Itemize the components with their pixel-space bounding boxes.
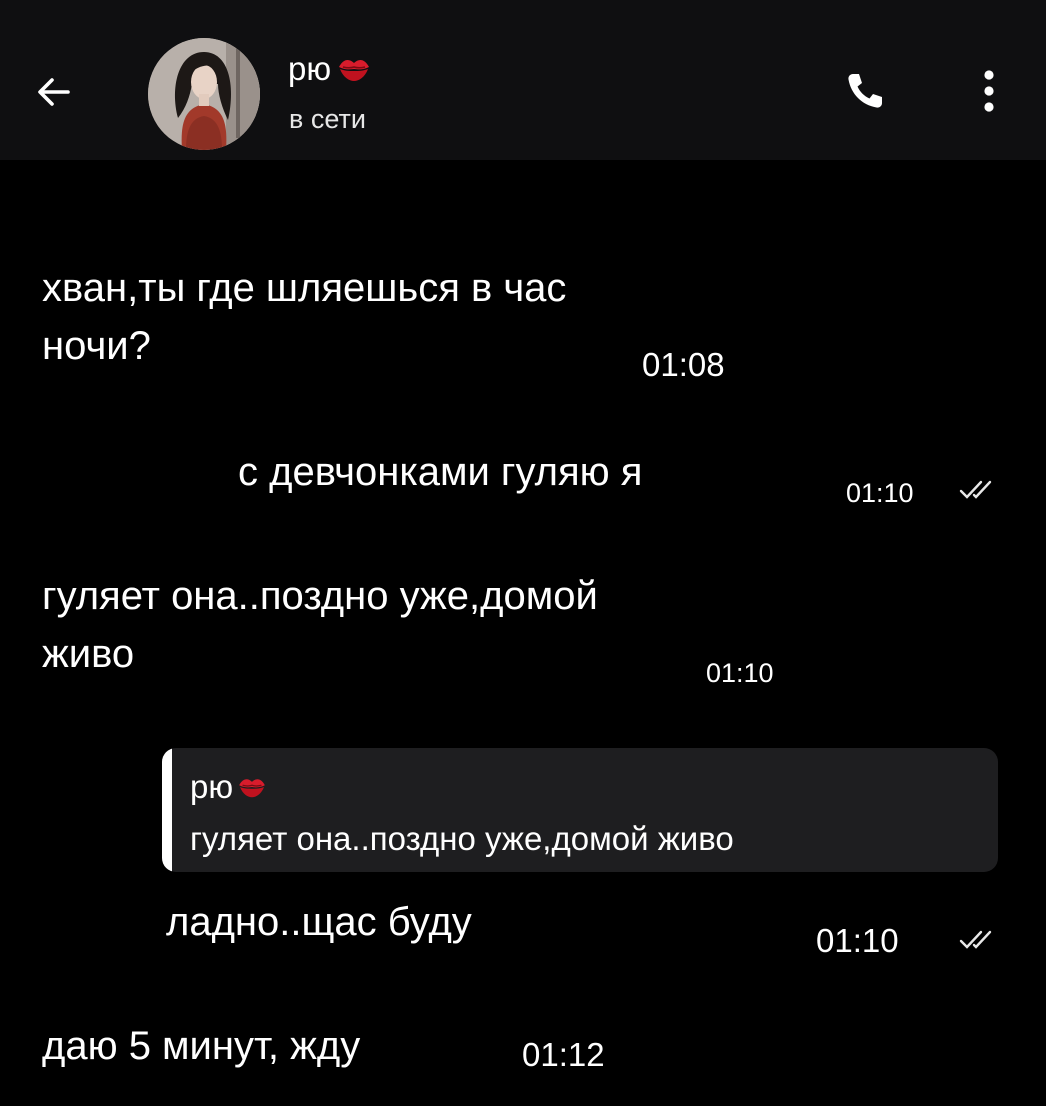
arrow-left-icon xyxy=(38,78,70,106)
message-time: 01:10 xyxy=(706,658,774,688)
message-text-line: живо xyxy=(42,632,135,676)
message-text-line: ночи? xyxy=(42,324,151,368)
message-time: 01:10 xyxy=(816,922,899,959)
reply-author-label: рю xyxy=(190,768,234,805)
avatar-image xyxy=(148,38,260,150)
back-button[interactable] xyxy=(26,64,82,120)
message-text-line: с девчонками гуляю я xyxy=(238,450,643,494)
message-time: 01:12 xyxy=(522,1036,605,1073)
message-time: 01:08 xyxy=(642,346,725,383)
reply-text: гуляет она..поздно уже,домой живо xyxy=(190,820,734,857)
message-text-line: хван,ты где шляешься в час xyxy=(42,266,567,310)
call-button[interactable] xyxy=(836,62,894,120)
kiss-mark-icon xyxy=(339,59,370,81)
reply-quote-bar xyxy=(162,748,172,872)
contact-name-label: рю xyxy=(288,50,332,87)
phone-icon xyxy=(848,74,882,108)
more-vertical-icon xyxy=(984,70,994,112)
message-time: 01:10 xyxy=(846,478,914,508)
double-check-icon xyxy=(959,480,992,499)
reply-author: рю xyxy=(190,768,267,806)
message-text-line: гуляет она..поздно уже,домой xyxy=(42,574,598,618)
contact-name[interactable]: рю xyxy=(288,50,371,88)
contact-status: в сети xyxy=(289,104,366,134)
more-menu-button[interactable] xyxy=(960,62,1018,120)
message-text-line: ладно..щас буду xyxy=(166,900,472,944)
avatar[interactable] xyxy=(148,38,260,150)
kiss-mark-icon xyxy=(239,779,265,798)
message-text-line: даю 5 минут, жду xyxy=(42,1024,361,1068)
double-check-icon xyxy=(959,930,992,949)
reply-quote[interactable]: рю гуляет она..поздно уже,домой живо xyxy=(162,748,998,872)
chat-header: рю в сети xyxy=(0,0,1046,160)
